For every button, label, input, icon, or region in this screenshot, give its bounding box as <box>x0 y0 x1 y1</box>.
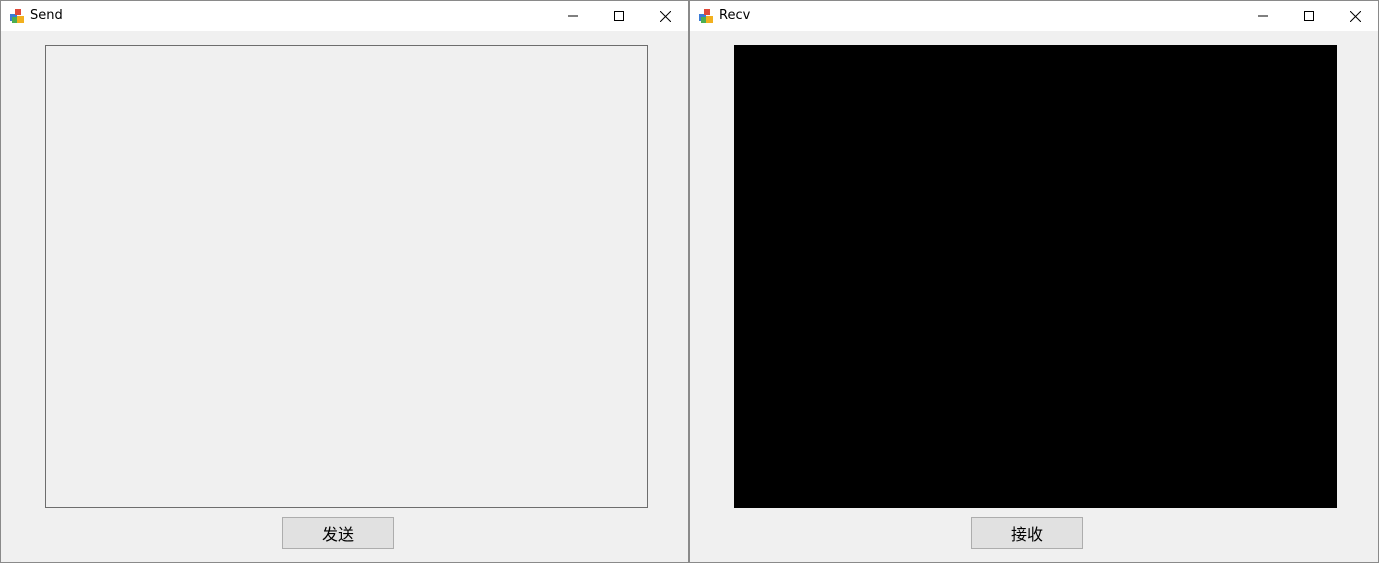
recv-titlebar[interactable]: Recv <box>690 1 1378 31</box>
send-window-title: Send <box>30 8 63 23</box>
send-window: Send 发送 <box>0 0 689 563</box>
desktop: Send 发送 Recv 接收 <box>0 0 1379 563</box>
minimize-icon <box>568 15 578 17</box>
recv-window-title: Recv <box>719 8 751 23</box>
send-titlebar[interactable]: Send <box>1 1 688 31</box>
minimize-icon <box>1258 15 1268 17</box>
send-maximize-button[interactable] <box>596 1 642 31</box>
recv-minimize-button[interactable] <box>1240 1 1286 31</box>
recv-button[interactable]: 接收 <box>971 517 1083 549</box>
maximize-icon <box>614 11 624 21</box>
recv-image-panel <box>734 45 1337 508</box>
maximize-icon <box>1304 11 1314 21</box>
send-image-panel <box>45 45 648 508</box>
recv-maximize-button[interactable] <box>1286 1 1332 31</box>
send-close-button[interactable] <box>642 1 688 31</box>
send-minimize-button[interactable] <box>550 1 596 31</box>
close-icon <box>659 10 671 22</box>
close-icon <box>1349 10 1361 22</box>
recv-close-button[interactable] <box>1332 1 1378 31</box>
send-button[interactable]: 发送 <box>282 517 394 549</box>
recv-window: Recv 接收 <box>689 0 1379 563</box>
app-icon <box>699 9 713 23</box>
app-icon <box>10 9 24 23</box>
